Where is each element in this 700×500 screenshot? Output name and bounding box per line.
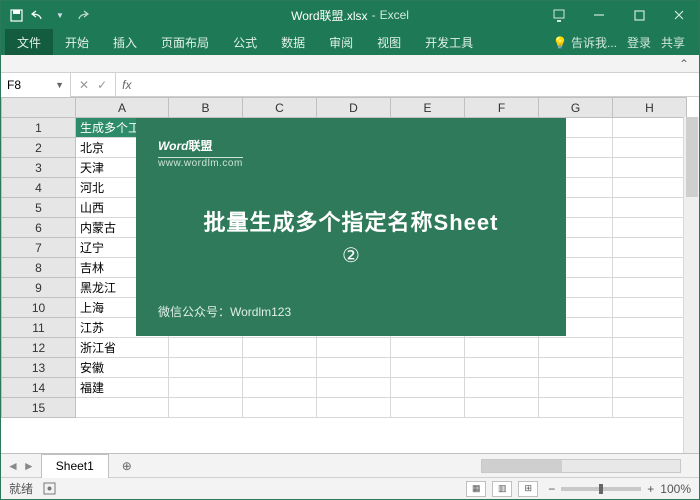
name-box[interactable]: ▼ [1,73,71,97]
redo-icon[interactable] [75,8,89,22]
row-header[interactable]: 4 [2,178,76,198]
title-bar: ▼ Word联盟.xlsx - Excel [1,1,699,29]
tab-home[interactable]: 开始 [53,29,101,55]
save-icon[interactable] [9,8,23,22]
row-header[interactable]: 15 [2,398,76,418]
zoom-slider[interactable] [561,487,641,491]
column-headers: A B C D E F G H [2,98,687,118]
col-header[interactable]: A [76,98,169,118]
col-header[interactable]: C [243,98,317,118]
sheet-tab[interactable]: Sheet1 [41,454,109,478]
row-header[interactable]: 12 [2,338,76,358]
cell[interactable]: 浙江省 [76,338,169,358]
col-header[interactable]: F [465,98,539,118]
name-box-input[interactable] [7,78,47,92]
tab-file[interactable]: 文件 [5,29,53,55]
scrollbar-thumb[interactable] [686,117,698,197]
row-header[interactable]: 2 [2,138,76,158]
overlay-card: Word联盟 www.wordlm.com 批量生成多个指定名称Sheet ② … [136,118,566,336]
filename: Word联盟.xlsx [291,7,367,24]
cell[interactable] [76,398,169,418]
window-controls [539,1,699,29]
collapse-ribbon-icon[interactable]: ⌃ [679,57,689,71]
minimize-icon[interactable] [579,1,619,29]
tab-developer[interactable]: 开发工具 [413,29,485,55]
ribbon-options-icon[interactable] [539,1,579,29]
overlay-footer: 微信公众号：Wordlm123 [158,303,544,320]
row-header[interactable]: 8 [2,258,76,278]
col-header[interactable]: G [539,98,613,118]
overlay-logo: Word联盟 [158,134,212,154]
row-header[interactable]: 13 [2,358,76,378]
sheet-nav: ◄ ► [1,459,41,473]
row-header[interactable]: 10 [2,298,76,318]
sheet-nav-prev-icon[interactable]: ◄ [7,459,19,473]
formula-input[interactable] [137,78,693,92]
zoom-in-icon[interactable]: + [647,482,654,496]
status-ready: 就绪 [9,480,33,497]
zoom-control: − + 100% [548,482,691,496]
share-button[interactable]: 共享 [661,34,685,51]
row-header[interactable]: 6 [2,218,76,238]
tab-review[interactable]: 审阅 [317,29,365,55]
tell-me[interactable]: 💡 告诉我... [553,34,617,51]
quick-access-toolbar: ▼ [1,8,97,22]
maximize-icon[interactable] [619,1,659,29]
add-sheet-icon[interactable]: ⊕ [115,454,139,478]
spreadsheet-grid[interactable]: A B C D E F G H 1生成多个工作表 2北京 3天津 4河北 5山西… [1,97,699,453]
horizontal-scrollbar[interactable] [481,459,681,473]
row-header[interactable]: 9 [2,278,76,298]
cancel-formula-icon[interactable]: ✕ [79,78,89,92]
row-header[interactable]: 7 [2,238,76,258]
tab-data[interactable]: 数据 [269,29,317,55]
tab-pagelayout[interactable]: 页面布局 [149,29,221,55]
status-bar: 就绪 ▦ ▥ ⊞ − + 100% [1,477,699,499]
qat-dropdown-icon[interactable]: ▼ [53,8,67,22]
undo-icon[interactable] [31,8,45,22]
row-header[interactable]: 11 [2,318,76,338]
cell[interactable]: 福建 [76,378,169,398]
select-all-corner[interactable] [2,98,76,118]
formula-bar: ▼ ✕ ✓ fx [1,73,699,97]
cell[interactable]: 安徽 [76,358,169,378]
tab-view[interactable]: 视图 [365,29,413,55]
ribbon-tabs: 文件 开始 插入 页面布局 公式 数据 审阅 视图 开发工具 💡 告诉我... … [1,29,699,55]
view-normal-icon[interactable]: ▦ [466,481,486,497]
overlay-title: 批量生成多个指定名称Sheet [204,205,499,237]
scrollbar-thumb[interactable] [482,460,562,472]
close-icon[interactable] [659,1,699,29]
name-box-dropdown-icon[interactable]: ▼ [55,80,64,90]
vertical-scrollbar[interactable] [683,117,699,453]
row-header[interactable]: 1 [2,118,76,138]
macro-record-icon[interactable] [43,482,56,495]
view-pagebreak-icon[interactable]: ⊞ [518,481,538,497]
col-header[interactable]: E [391,98,465,118]
overlay-url: www.wordlm.com [158,157,243,169]
sheet-nav-next-icon[interactable]: ► [23,459,35,473]
view-pagelayout-icon[interactable]: ▥ [492,481,512,497]
fx-icon[interactable]: fx [122,78,131,92]
sheet-tab-bar: ◄ ► Sheet1 ⊕ [1,453,699,477]
tab-insert[interactable]: 插入 [101,29,149,55]
ribbon-collapsed-bar: ⌃ [1,55,699,73]
row-header[interactable]: 5 [2,198,76,218]
col-header[interactable]: H [613,98,687,118]
col-header[interactable]: B [169,98,243,118]
enter-formula-icon[interactable]: ✓ [97,78,107,92]
row-header[interactable]: 3 [2,158,76,178]
overlay-number: ② [342,243,360,268]
zoom-out-icon[interactable]: − [548,482,555,496]
zoom-level[interactable]: 100% [660,482,691,496]
signin-button[interactable]: 登录 [627,34,651,51]
col-header[interactable]: D [317,98,391,118]
window-title: Word联盟.xlsx - Excel [291,7,409,24]
app-name: Excel [380,8,409,22]
row-header[interactable]: 14 [2,378,76,398]
tab-formulas[interactable]: 公式 [221,29,269,55]
